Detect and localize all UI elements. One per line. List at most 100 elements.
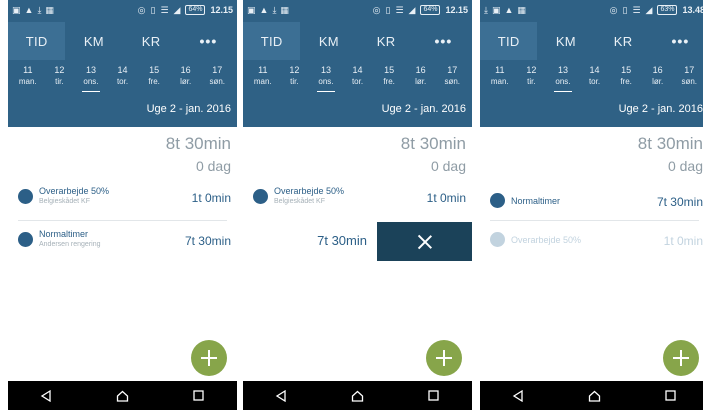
app-header: ▣ ▲ ⤓ ▦ ◎ ▯ ☰ ◢ 64% 12.15 TID KM KR ••• … bbox=[8, 0, 237, 127]
sim-icon: ▣ bbox=[247, 4, 256, 15]
tab-kr[interactable]: KR bbox=[123, 22, 180, 60]
system-nav-bar bbox=[243, 381, 472, 410]
week-label: Uge 2 - jan. 2016 bbox=[146, 103, 231, 115]
tab-tid[interactable]: TID bbox=[243, 22, 301, 60]
plus-icon bbox=[436, 350, 452, 366]
status-time: 13.48 bbox=[682, 5, 703, 15]
tab-bar: TID KM KR ••• bbox=[243, 22, 472, 60]
vibrate-icon: ◎ bbox=[609, 4, 618, 15]
day-14[interactable]: 14 tor. bbox=[107, 64, 139, 98]
entry-subtitle: Belgieskådet KF bbox=[274, 198, 325, 205]
week-day-strip: 11 man. 12 tir. 13 ons. 14 tor. 15 fre. 16 lør… bbox=[480, 64, 703, 98]
home-button[interactable] bbox=[107, 385, 137, 407]
day-13[interactable]: 13 ons. bbox=[75, 64, 107, 98]
wifi-icon: ☰ bbox=[395, 4, 404, 15]
day-12[interactable]: 12 tir. bbox=[44, 64, 76, 98]
day-15[interactable]: 15 fre. bbox=[610, 64, 642, 98]
tab-km[interactable]: KM bbox=[537, 22, 594, 60]
entry-duration: 7t 30min bbox=[656, 195, 703, 209]
list-item[interactable]: Overarbejde 50% Belgieskådet KF 1t 0min bbox=[18, 181, 237, 214]
tab-tid[interactable]: TID bbox=[8, 22, 66, 60]
day-11[interactable]: 11 man. bbox=[247, 64, 279, 98]
entry-title: Normaltimer bbox=[511, 196, 561, 206]
back-button[interactable] bbox=[503, 385, 533, 407]
day-13[interactable]: 13 ons. bbox=[547, 64, 579, 98]
entry-subtitle: Andersen rengering bbox=[39, 241, 101, 248]
selected-day-indicator bbox=[553, 91, 572, 92]
list-item[interactable]: Normaltimer Andersen rengering 7t 30min bbox=[18, 224, 237, 257]
add-entry-button[interactable] bbox=[663, 340, 699, 376]
day-13[interactable]: 13 ons. bbox=[310, 64, 342, 98]
swiped-list-item[interactable]: 7t 30min bbox=[243, 222, 472, 261]
home-button[interactable] bbox=[579, 385, 609, 407]
signal-icon: ◢ bbox=[173, 4, 181, 15]
entry-title: Overarbejde 50% bbox=[274, 186, 345, 196]
clipboard-icon: ▦ bbox=[45, 4, 54, 15]
tab-km[interactable]: KM bbox=[65, 22, 122, 60]
day-17[interactable]: 17 søn. bbox=[673, 64, 703, 98]
day-16[interactable]: 16 lør. bbox=[405, 64, 437, 98]
back-icon bbox=[40, 389, 51, 402]
entry-duration: 7t 30min bbox=[317, 233, 367, 248]
day-17[interactable]: 17 søn. bbox=[436, 64, 468, 98]
back-icon bbox=[512, 389, 523, 402]
phone-screen-3: ⤓ ▣ ▲ ▦ ◎ ▯ ☰ ◢ 63% 13.48 TID KM KR ••• … bbox=[480, 0, 703, 410]
back-icon bbox=[275, 389, 286, 402]
day-16[interactable]: 16 lør. bbox=[642, 64, 674, 98]
day-15[interactable]: 15 fre. bbox=[373, 64, 405, 98]
week-day-strip: 11 man. 12 tir. 13 ons. 14 tor. 15 fre. 16 lør… bbox=[8, 64, 237, 98]
day-11[interactable]: 11 man. bbox=[484, 64, 516, 98]
total-hours: 8t 30min bbox=[400, 134, 466, 153]
delete-entry-button[interactable] bbox=[377, 222, 472, 261]
total-days: 0 dag bbox=[430, 158, 466, 174]
status-bar: ▣ ▲ ⤓ ▦ ◎ ▯ ☰ ◢ 64% 12.15 bbox=[243, 0, 472, 20]
more-menu-button[interactable]: ••• bbox=[180, 22, 237, 60]
sim-icon: ▣ bbox=[491, 4, 501, 15]
download-icon: ⤓ bbox=[37, 4, 42, 15]
back-button[interactable] bbox=[266, 385, 296, 407]
battery-icon: 64% bbox=[185, 5, 206, 15]
recents-button[interactable] bbox=[184, 385, 214, 407]
list-item-dragging[interactable]: Overarbejde 50% 1t 0min bbox=[490, 224, 703, 257]
tab-kr[interactable]: KR bbox=[358, 22, 415, 60]
day-15[interactable]: 15 fre. bbox=[138, 64, 170, 98]
add-entry-button[interactable] bbox=[191, 340, 227, 376]
download-icon: ⤓ bbox=[272, 4, 277, 15]
add-entry-button[interactable] bbox=[426, 340, 462, 376]
list-item[interactable]: Normaltimer 7t 30min bbox=[490, 185, 703, 218]
back-button[interactable] bbox=[31, 385, 61, 407]
week-day-strip: 11 man. 12 tir. 13 ons. 14 tor. 15 fre. 16 lør… bbox=[243, 64, 472, 98]
day-11[interactable]: 11 man. bbox=[12, 64, 44, 98]
day-14[interactable]: 14 tor. bbox=[342, 64, 374, 98]
entry-subtitle: Belgieskådet KF bbox=[39, 198, 90, 205]
tab-km[interactable]: KM bbox=[300, 22, 357, 60]
day-14[interactable]: 14 tor. bbox=[579, 64, 611, 98]
list-item[interactable]: Overarbejde 50% Belgieskådet KF 1t 0min bbox=[253, 181, 472, 214]
system-nav-bar bbox=[480, 381, 703, 410]
entry-duration: 1t 0min bbox=[191, 191, 231, 205]
total-days: 0 dag bbox=[667, 158, 703, 174]
entry-color-dot bbox=[490, 232, 505, 247]
day-17[interactable]: 17 søn. bbox=[201, 64, 233, 98]
recents-button[interactable] bbox=[656, 385, 686, 407]
status-bar: ⤓ ▣ ▲ ▦ ◎ ▯ ☰ ◢ 63% 13.48 bbox=[480, 0, 703, 20]
day-12[interactable]: 12 tir. bbox=[279, 64, 311, 98]
recents-icon bbox=[665, 390, 676, 401]
phone-icon: ▯ bbox=[150, 4, 156, 15]
day-16[interactable]: 16 lør. bbox=[170, 64, 202, 98]
more-menu-button[interactable]: ••• bbox=[415, 22, 472, 60]
plus-icon bbox=[673, 350, 689, 366]
entry-duration: 1t 0min bbox=[426, 191, 466, 205]
entry-duration: 1t 0min bbox=[663, 234, 703, 248]
tab-kr[interactable]: KR bbox=[595, 22, 652, 60]
download-icon: ⤓ bbox=[484, 4, 488, 15]
wifi-icon: ☰ bbox=[160, 4, 169, 15]
system-nav-bar bbox=[8, 381, 237, 410]
warning-icon: ▲ bbox=[504, 4, 514, 15]
tab-tid[interactable]: TID bbox=[480, 22, 538, 60]
recents-button[interactable] bbox=[419, 385, 449, 407]
home-button[interactable] bbox=[342, 385, 372, 407]
more-menu-button[interactable]: ••• bbox=[652, 22, 703, 60]
day-12[interactable]: 12 tir. bbox=[516, 64, 548, 98]
entry-title: Overarbejde 50% bbox=[39, 186, 110, 196]
